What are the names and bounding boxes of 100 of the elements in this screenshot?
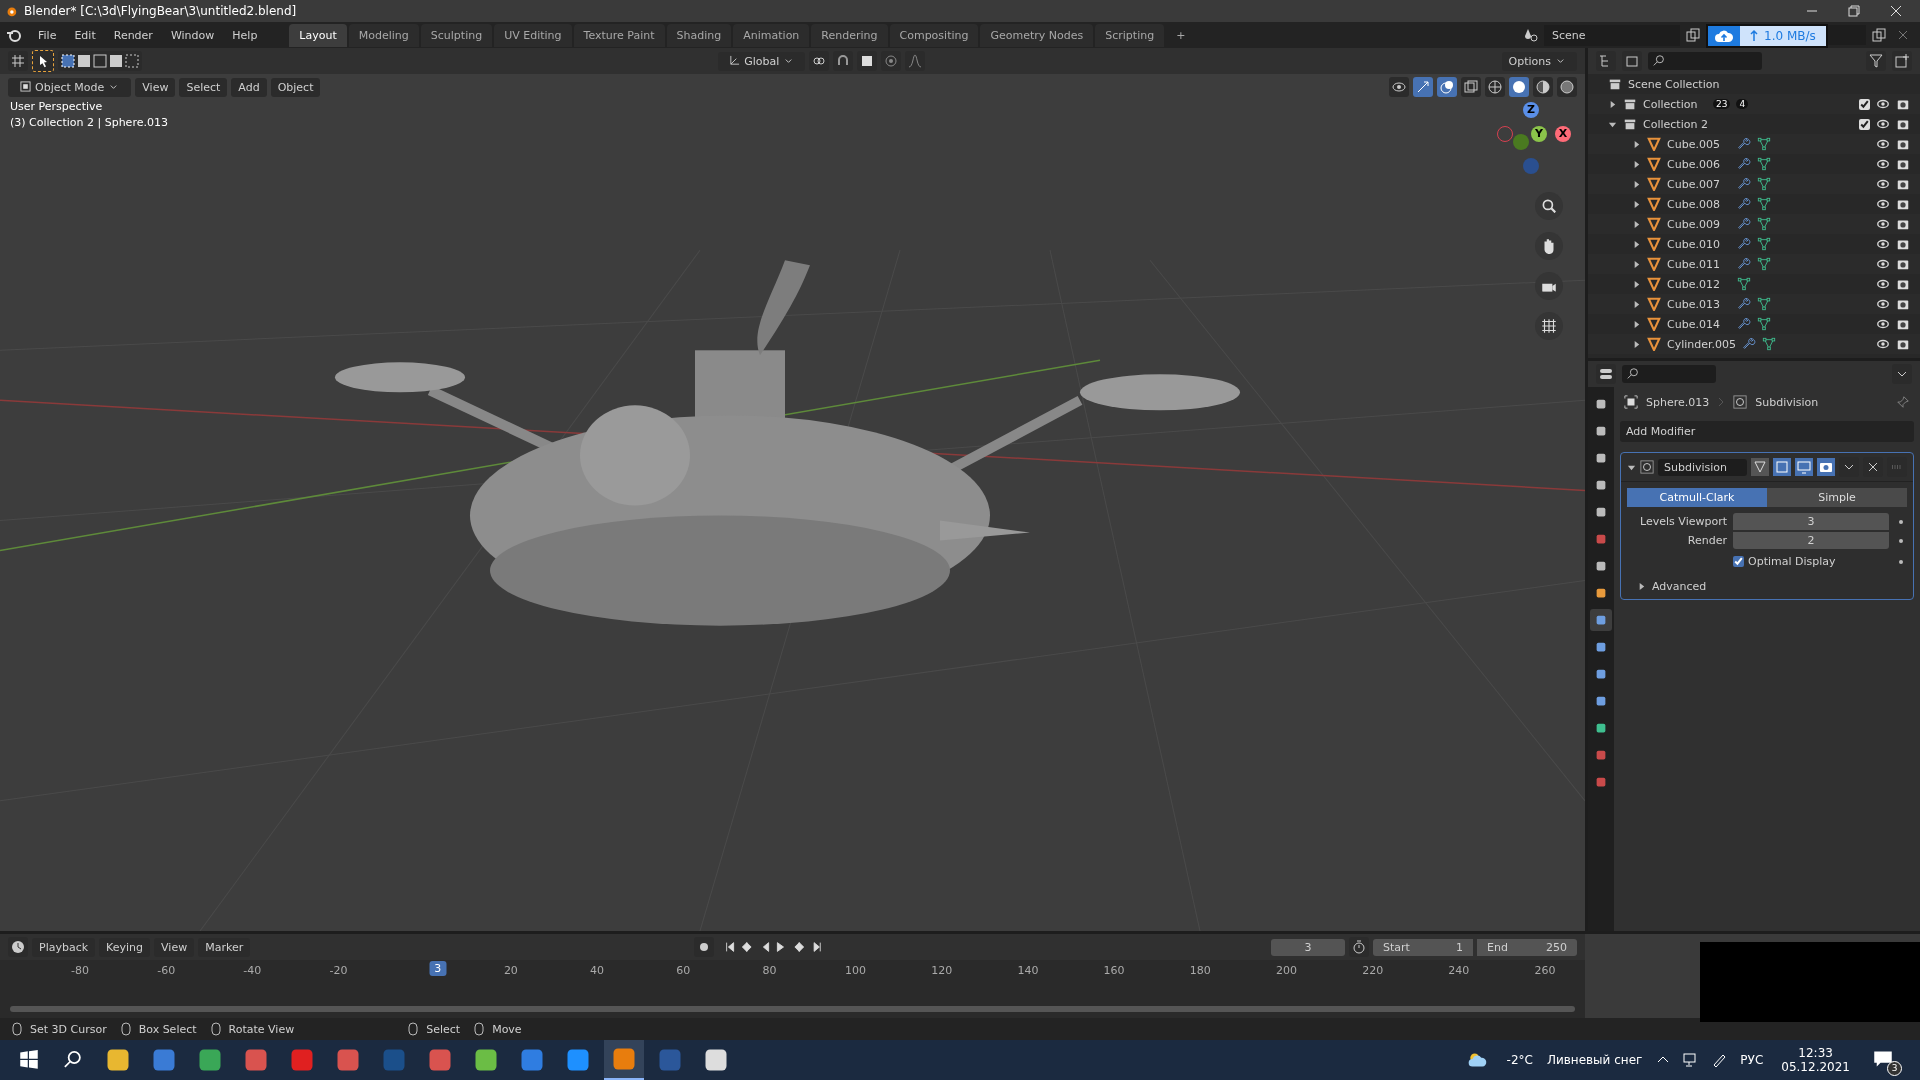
mesh-data-icon[interactable] (1757, 237, 1771, 251)
checkbox[interactable] (1733, 556, 1744, 567)
workspace-tab[interactable]: Texture Paint (573, 23, 665, 47)
axis-handle[interactable]: Y (1531, 126, 1547, 142)
display-mode-icon[interactable] (1596, 51, 1616, 71)
axis-handle[interactable] (1523, 158, 1539, 174)
viewport-menu-item[interactable]: View (135, 77, 176, 97)
editor-type-icon[interactable] (8, 937, 28, 957)
wrench-icon[interactable] (1737, 177, 1751, 191)
tree-item-label[interactable]: Collection (1643, 97, 1707, 111)
mesh-data-icon[interactable] (1757, 137, 1771, 151)
modifier-tab[interactable] (1590, 609, 1612, 631)
timeline-menu-item[interactable]: Marker (198, 937, 251, 957)
mesh-data-icon[interactable] (1757, 217, 1771, 231)
axis-handle[interactable]: Z (1523, 102, 1539, 118)
tree-item-label[interactable]: Cube.009 (1667, 217, 1731, 231)
copy-icon[interactable] (1685, 27, 1701, 43)
new-collection-icon[interactable] (1892, 51, 1912, 71)
orientation-dropdown[interactable]: Global (718, 51, 806, 71)
number-field[interactable]: 2 (1733, 532, 1889, 549)
playhead[interactable]: 3 (429, 961, 447, 976)
copy-icon[interactable] (1871, 27, 1887, 43)
selection-mode-icon[interactable] (58, 51, 142, 71)
eye-icon[interactable] (1876, 237, 1890, 251)
workspace-tab[interactable]: Sculpting (420, 23, 493, 47)
close-icon[interactable] (1890, 5, 1902, 17)
zoom-icon[interactable] (1535, 192, 1563, 220)
wrench-icon[interactable] (1737, 317, 1751, 331)
search-icon[interactable] (62, 1050, 84, 1070)
search-field[interactable] (1648, 52, 1762, 70)
eye-icon[interactable] (1876, 197, 1890, 211)
wrench-icon[interactable] (1737, 257, 1751, 271)
gizmo-toggle-icon[interactable] (1413, 77, 1433, 97)
mesh-data-icon[interactable] (1762, 337, 1777, 351)
current-frame-field[interactable]: 3 (1271, 938, 1345, 956)
eye-icon[interactable] (1876, 177, 1890, 191)
viewport-menu-item[interactable]: Add (231, 77, 267, 97)
subdivision-type-tab[interactable]: Simple (1767, 488, 1907, 507)
eye-icon[interactable] (1876, 257, 1890, 271)
tree-item-label[interactable]: Cube.011 (1667, 257, 1731, 271)
expand-arrow-icon[interactable] (1608, 99, 1617, 109)
wrench-icon[interactable] (1737, 217, 1751, 231)
snap-icon[interactable] (833, 51, 854, 71)
filter-view-icon[interactable] (1622, 51, 1642, 71)
timeline-menu-item[interactable]: Keying (99, 937, 151, 957)
workspace-tab[interactable]: Scripting (1095, 23, 1165, 47)
taskbar-button[interactable] (604, 1040, 644, 1080)
menu-item[interactable]: Edit (66, 25, 104, 45)
eye-icon[interactable] (1876, 217, 1890, 231)
add-modifier-dropdown[interactable]: Add Modifier (1620, 421, 1914, 442)
eye-icon[interactable] (1876, 117, 1890, 131)
hand-icon[interactable] (1535, 232, 1563, 260)
eye-icon[interactable] (1876, 277, 1890, 291)
exclude-checkbox[interactable] (1859, 118, 1870, 130)
language-indicator[interactable]: РУС (1736, 1053, 1768, 1067)
start-frame-field[interactable]: Start 1 (1373, 938, 1473, 956)
mesh-data-icon[interactable] (1757, 297, 1771, 311)
workspace-tab[interactable]: Animation (733, 23, 810, 47)
timeline-menu-item[interactable]: Playback (32, 937, 96, 957)
editor-type-icon[interactable] (8, 51, 28, 71)
number-field[interactable]: 3 (1733, 513, 1889, 530)
tree-item-label[interactable]: Cube.013 (1667, 297, 1731, 311)
stopwatch-icon[interactable] (1349, 937, 1369, 957)
wrench-icon[interactable] (1737, 197, 1751, 211)
tree-item-label[interactable]: Cube.014 (1667, 317, 1731, 331)
pen-icon[interactable] (1711, 1052, 1728, 1068)
mesh-data-icon[interactable] (1757, 317, 1771, 331)
workspace-tab[interactable]: UV Editing (494, 23, 572, 47)
workspace-tab[interactable]: Geometry Nodes (980, 23, 1094, 47)
menu-item[interactable]: Window (162, 25, 223, 45)
axis-handle[interactable] (1513, 134, 1529, 150)
timeline-menu-item[interactable]: View (154, 937, 195, 957)
tree-item-label[interactable]: Cube.006 (1667, 157, 1731, 171)
rendered-shading-icon[interactable] (1557, 77, 1577, 97)
scene-name-field[interactable]: Scene (1544, 24, 1680, 46)
end-frame-field[interactable]: End 250 (1477, 938, 1577, 956)
overlay-toggle-icon[interactable] (1437, 77, 1457, 97)
camera-icon[interactable] (1817, 458, 1835, 476)
tree-item-label[interactable]: Collection 2 (1643, 117, 1708, 131)
menu-item[interactable]: Help (224, 25, 266, 45)
workspace-tab[interactable]: Compositing (889, 23, 979, 47)
keyframe-dot-icon[interactable] (1899, 559, 1903, 564)
editor-type-icon[interactable] (1596, 364, 1616, 384)
viewport-menu-item[interactable]: Object (270, 77, 321, 97)
restore-icon[interactable] (1848, 5, 1860, 17)
windows-start-icon[interactable] (18, 1050, 40, 1070)
axis-handle[interactable]: X (1555, 126, 1571, 142)
snap-target-icon[interactable] (857, 51, 878, 71)
exclude-checkbox[interactable] (1859, 98, 1870, 110)
select-tool-icon[interactable] (32, 50, 54, 72)
tree-item-label[interactable]: Cube.012 (1667, 277, 1731, 291)
mesh-data-icon[interactable] (1757, 157, 1771, 171)
workspace-tab[interactable]: Modeling (348, 23, 419, 47)
add-workspace-button[interactable]: + (1166, 23, 1196, 47)
tree-item-label[interactable]: Cube.007 (1667, 177, 1731, 191)
solid-shading-icon[interactable] (1509, 77, 1529, 97)
mesh-data-icon[interactable] (1737, 277, 1751, 291)
tree-item-label[interactable]: Cylinder.005 (1667, 337, 1737, 351)
menu-item[interactable]: File (30, 25, 65, 45)
wrench-icon[interactable] (1737, 137, 1751, 151)
